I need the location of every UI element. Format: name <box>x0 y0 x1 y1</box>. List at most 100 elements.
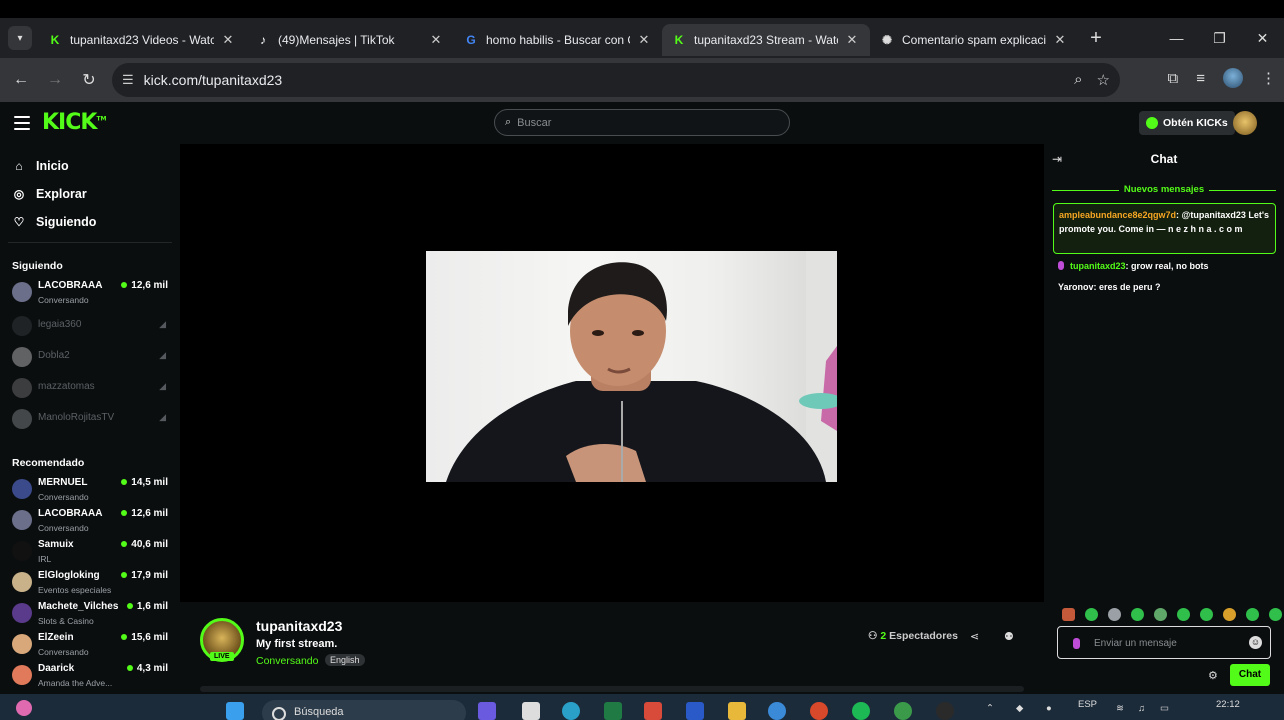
emote-icon[interactable] <box>1154 608 1167 621</box>
emote-icon[interactable] <box>1108 608 1121 621</box>
kick-icon: K <box>674 33 684 47</box>
taskbar-search[interactable]: Búsqueda <box>262 700 466 720</box>
emote-icon[interactable] <box>1246 608 1259 621</box>
emote-icon[interactable] <box>1269 608 1282 621</box>
emote-icon[interactable] <box>1131 608 1144 621</box>
chat-username[interactable]: Yaronov <box>1058 282 1094 292</box>
tray-app-icon[interactable]: ◆ <box>1016 703 1023 714</box>
tab-search-dropdown[interactable]: ▾ <box>8 26 32 50</box>
emote-icon[interactable] <box>1223 608 1236 621</box>
recommended-channel[interactable]: Machete_Vilches Slots & Casino 1,6 mil <box>12 601 172 629</box>
wifi-icon[interactable]: ≋ <box>1116 703 1124 714</box>
share-icon[interactable]: ⋖ <box>970 630 979 643</box>
excel-icon[interactable] <box>604 702 622 720</box>
word-icon[interactable] <box>686 702 704 720</box>
sidebar-item-label: Inicio <box>36 159 69 173</box>
channel-name[interactable]: tupanitaxd23 <box>256 618 342 634</box>
site-settings-icon[interactable]: ☰ <box>122 72 134 88</box>
input-language[interactable]: ESP <box>1078 699 1097 710</box>
notification-icon[interactable] <box>16 700 32 716</box>
following-channel[interactable]: legaia360 ◢ <box>12 314 172 342</box>
chat-username[interactable]: tupanitaxd23 <box>1070 261 1126 271</box>
menu-icon[interactable] <box>14 116 30 130</box>
tab-1[interactable]: ♪ (49)Mensajes | TikTok ✕ <box>246 24 454 56</box>
store-icon[interactable] <box>644 702 662 720</box>
follow-icon[interactable]: ⚉ <box>1004 630 1014 643</box>
chrome-icon[interactable] <box>894 702 912 720</box>
emoji-picker-icon[interactable]: ☺ <box>1249 636 1262 649</box>
stream-category[interactable]: Conversando <box>256 655 318 667</box>
tray-overflow-icon[interactable]: ⌃ <box>986 703 994 714</box>
recommended-channel[interactable]: Daarick Amanda the Adve... 4,3 mil <box>12 663 172 691</box>
emote-icon[interactable] <box>1200 608 1213 621</box>
chat-input[interactable]: ☺ <box>1057 626 1271 659</box>
new-tab-button[interactable]: + <box>1082 27 1110 50</box>
media-control-icon[interactable]: ≡ <box>1196 70 1205 87</box>
tab-3[interactable]: K tupanitaxd23 Stream - Watc ✕ <box>662 24 870 56</box>
edge-icon[interactable] <box>562 702 580 720</box>
powerpoint-icon[interactable] <box>810 702 828 720</box>
avatar <box>12 282 32 302</box>
recommended-channel[interactable]: ElZeein Conversando 15,6 mil <box>12 632 172 660</box>
chat-message-field[interactable] <box>1094 635 1244 651</box>
sidebar-item-siguiendo[interactable]: ♡ Siguiendo <box>12 212 97 232</box>
back-icon[interactable]: ← <box>4 63 38 97</box>
sidebar-item-inicio[interactable]: ⌂ Inicio <box>12 156 69 176</box>
more-menu-icon[interactable]: ⋮ <box>1261 69 1276 87</box>
user-avatar[interactable] <box>1233 111 1257 135</box>
minimize-icon[interactable]: — <box>1155 18 1198 58</box>
close-icon[interactable]: ✕ <box>220 32 236 48</box>
search-input[interactable]: ⌕ Buscar <box>494 109 790 136</box>
windows-start-icon[interactable] <box>226 702 244 720</box>
close-icon[interactable]: ✕ <box>428 32 444 48</box>
chat-username[interactable]: ampleabundance8e2qgw7d <box>1059 210 1176 220</box>
microphone-icon[interactable]: ● <box>1046 703 1052 714</box>
profile-avatar[interactable] <box>1223 68 1243 88</box>
battery-icon[interactable]: ▭ <box>1160 703 1169 714</box>
following-channel[interactable]: Dobla2 ◢ <box>12 345 172 373</box>
copilot-icon[interactable] <box>478 702 496 720</box>
chat-settings-icon[interactable]: ⚙ <box>1208 669 1218 682</box>
reload-icon[interactable]: ↻ <box>72 63 106 97</box>
sidebar-item-explorar[interactable]: ◎ Explorar <box>12 184 87 204</box>
tab-4[interactable]: ✺ Comentario spam explicació ✕ <box>870 24 1078 56</box>
recommended-channel[interactable]: LACOBRAAA Conversando 12,6 mil <box>12 508 172 536</box>
close-icon[interactable]: ✕ <box>844 32 860 48</box>
file-explorer-icon[interactable] <box>728 702 746 720</box>
channel-name: Daarick <box>38 663 75 674</box>
close-window-icon[interactable]: ✕ <box>1241 18 1284 58</box>
clock[interactable]: 22:12 <box>1216 699 1240 710</box>
send-chat-button[interactable]: Chat <box>1230 664 1270 686</box>
emote-icon[interactable] <box>1085 608 1098 621</box>
bookmark-star-icon[interactable]: ☆ <box>1097 71 1110 89</box>
extensions-icon[interactable]: ⧉ <box>1168 70 1179 87</box>
address-bar[interactable]: ☰ kick.com/tupanitaxd23 ⌕ ☆ <box>112 63 1120 97</box>
recommended-channel[interactable]: MERNUEL Conversando 14,5 mil <box>12 477 172 505</box>
obs-icon[interactable] <box>936 702 954 720</box>
offline-icon: ◢ <box>159 412 166 422</box>
app-icon[interactable] <box>768 702 786 720</box>
top-strip <box>0 0 1284 18</box>
following-channel[interactable]: mazzatomas ◢ <box>12 376 172 404</box>
get-kicks-button[interactable]: Obtén KICKs <box>1139 111 1235 135</box>
close-icon[interactable]: ✕ <box>1052 32 1068 48</box>
spotify-icon[interactable] <box>852 702 870 720</box>
search-icon: ⌕ <box>505 116 512 128</box>
following-channel[interactable]: LACOBRAAA Conversando 12,6 mil <box>12 280 172 308</box>
recommended-channel[interactable]: Samuix IRL 40,6 mil <box>12 539 172 567</box>
zoom-icon[interactable]: ⌕ <box>1074 71 1082 89</box>
close-icon[interactable]: ✕ <box>636 32 652 48</box>
forward-icon[interactable]: → <box>38 63 72 97</box>
language-tag[interactable]: English <box>325 654 365 666</box>
task-view-icon[interactable] <box>522 702 540 720</box>
restore-icon[interactable]: ❐ <box>1198 18 1241 58</box>
recommended-channel[interactable]: ElGlogloking Eventos especiales 17,9 mil <box>12 570 172 598</box>
tab-0[interactable]: K tupanitaxd23 Videos - Watch ✕ <box>38 24 246 56</box>
collapse-chat-icon[interactable]: ⇥ <box>1052 152 1062 166</box>
tab-2[interactable]: G homo habilis - Buscar con G ✕ <box>454 24 662 56</box>
volume-icon[interactable]: ♫ <box>1138 703 1145 714</box>
emote-icon[interactable] <box>1177 608 1190 621</box>
kick-logo[interactable]: KICKTM <box>42 110 107 135</box>
following-channel[interactable]: ManoloRojitasTV ◢ <box>12 407 172 435</box>
emote-icon[interactable] <box>1062 608 1075 621</box>
